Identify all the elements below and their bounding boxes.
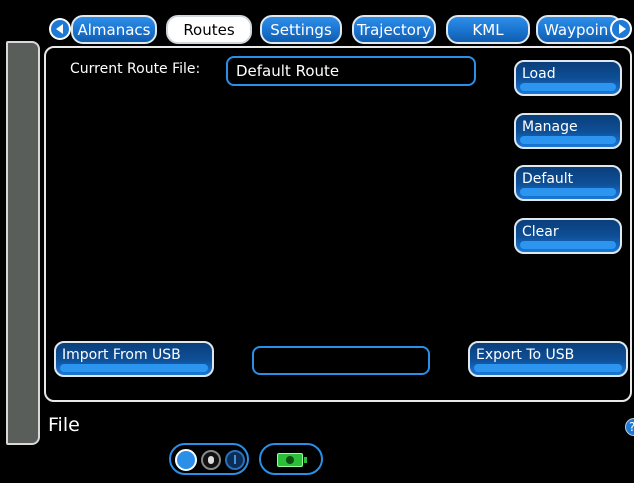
help-icon[interactable]: ? (625, 418, 634, 436)
clear-button-label: Clear (522, 224, 559, 240)
default-button[interactable]: Default (514, 165, 622, 201)
tab-kml[interactable]: KML (446, 15, 530, 44)
clear-button[interactable]: Clear (514, 218, 622, 254)
tab-scroll-left-icon[interactable] (49, 18, 71, 40)
tab-settings[interactable]: Settings (260, 15, 342, 44)
usb-status-field[interactable] (252, 346, 430, 375)
current-route-label: Current Route File: (70, 61, 201, 77)
tab-almanacs[interactable]: Almanacs (71, 15, 157, 44)
load-button-label: Load (522, 66, 556, 82)
tab-trajectory[interactable]: Trajectory (352, 15, 436, 44)
mode-on-icon[interactable] (175, 449, 197, 471)
lock-icon[interactable] (201, 450, 221, 470)
export-button-label: Export To USB (476, 347, 575, 363)
manage-button-label: Manage (522, 119, 578, 135)
power-icon[interactable] (225, 450, 245, 470)
tab-routes[interactable]: Routes (166, 15, 252, 44)
battery-indicator (259, 443, 323, 475)
current-route-field[interactable]: Default Route (226, 56, 476, 86)
battery-icon (277, 453, 307, 467)
page-title: File (48, 414, 80, 436)
tab-scroll-right-icon[interactable] (610, 18, 632, 40)
mode-toggle[interactable] (169, 443, 249, 475)
export-to-usb-button[interactable]: Export To USB (468, 341, 628, 377)
side-panel[interactable] (6, 41, 40, 445)
import-button-label: Import From USB (62, 347, 181, 363)
default-button-label: Default (522, 171, 574, 187)
manage-button[interactable]: Manage (514, 113, 622, 149)
load-button[interactable]: Load (514, 60, 622, 96)
import-from-usb-button[interactable]: Import From USB (54, 341, 214, 377)
